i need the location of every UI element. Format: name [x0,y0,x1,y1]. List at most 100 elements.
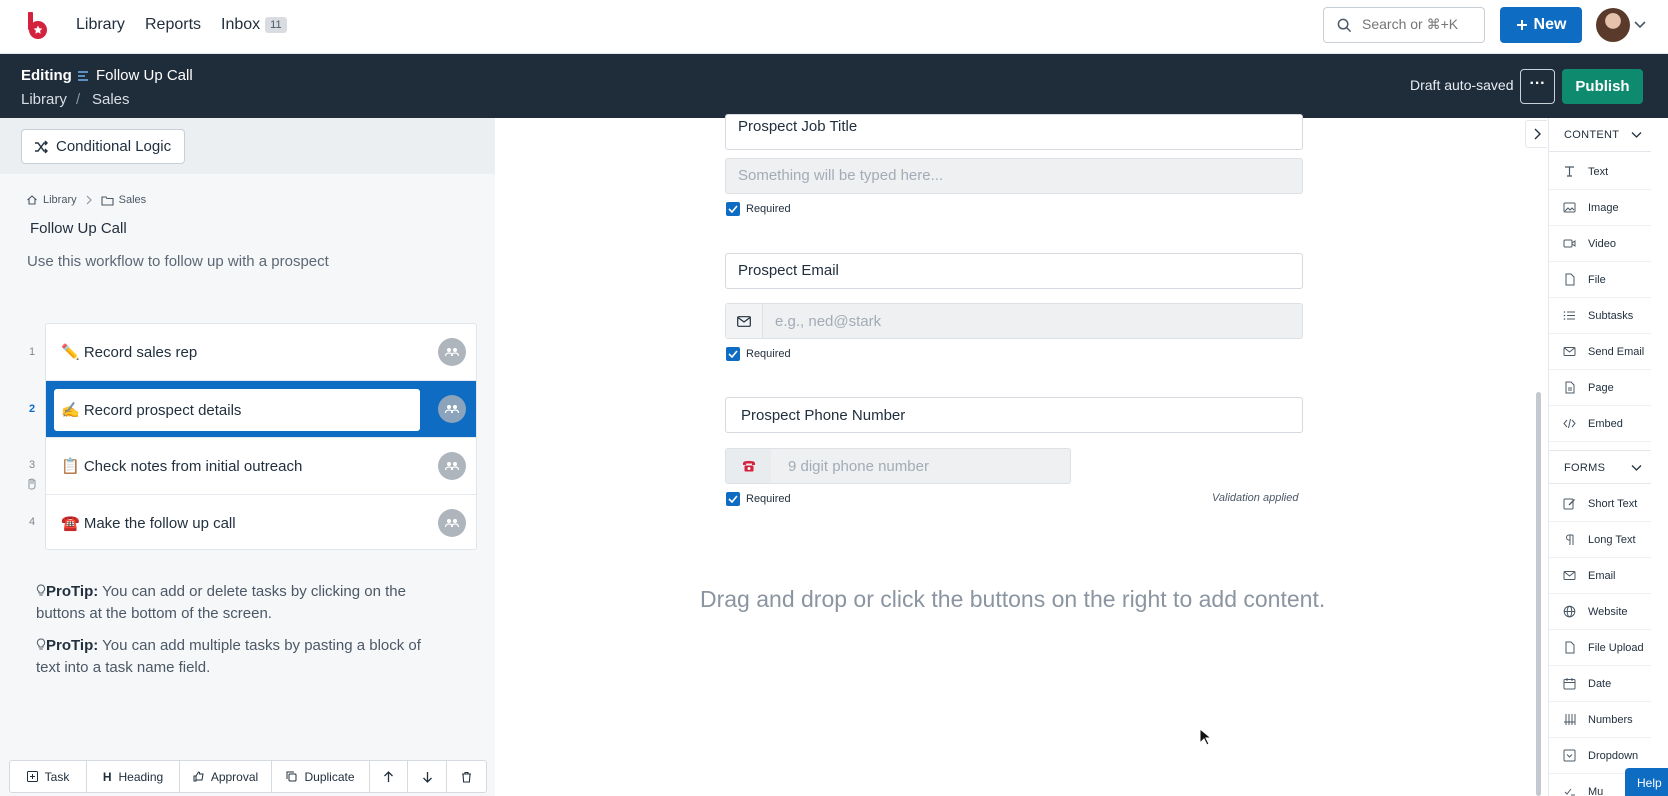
file-icon [1565,273,1575,286]
assign-users-icon[interactable] [438,509,466,537]
move-down-button[interactable] [408,761,447,792]
add-embed-button[interactable]: Embed [1549,406,1651,442]
add-email-button[interactable]: Email [1549,558,1651,594]
add-approval-button[interactable]: Approval [180,761,272,792]
delete-button[interactable] [447,761,486,792]
add-image-button[interactable]: Image [1549,190,1651,226]
mail-icon [726,304,763,338]
task-item-active[interactable]: ✍️ Record prospect details [46,381,476,438]
heading-icon: H [102,769,112,784]
sidebar-breadcrumb-sales[interactable]: Sales [119,194,147,206]
workflow-name[interactable]: Follow Up Call [30,220,127,237]
task-number: 2 [29,403,36,415]
add-short-text-button[interactable]: Short Text [1549,486,1651,522]
search-box[interactable] [1323,7,1485,43]
workflow-description[interactable]: Use this workflow to follow up with a pr… [27,253,329,270]
assign-users-icon[interactable] [438,395,466,423]
dropzone-hint[interactable]: Drag and drop or click the buttons on th… [700,586,1325,613]
required-label: Required [746,493,791,505]
scrollbar[interactable] [1536,392,1541,796]
editing-label: Editing [21,67,72,84]
task-number: 4 [29,516,36,528]
assign-users-icon[interactable] [438,452,466,480]
mail-icon [1563,347,1576,356]
publish-button[interactable]: Publish [1562,69,1643,104]
page-icon [1565,381,1575,394]
forms-section-header[interactable]: FORMS [1549,450,1651,484]
add-video-button[interactable]: Video [1549,226,1651,262]
chevron-down-icon[interactable] [1634,18,1646,30]
content-header-label: CONTENT [1564,129,1620,141]
field-label[interactable]: Prospect Phone Number [741,407,905,424]
field-label[interactable]: Prospect Email [738,262,839,279]
arrow-down-icon [422,771,432,783]
lightbulb-icon [36,584,46,596]
task-list: ✏️ Record sales rep ✍️ Record prospect d… [45,323,477,550]
inbox-label: Inbox [221,16,261,33]
task-item[interactable]: ✏️ Record sales rep [46,324,476,381]
required-toggle[interactable]: Required [726,492,791,506]
add-numbers-button[interactable]: Numbers [1549,702,1651,738]
more-options-button[interactable]: ··· [1520,69,1555,104]
checkbox-checked-icon[interactable] [726,492,740,506]
list-icon [1563,311,1575,320]
add-file-button[interactable]: File [1549,262,1651,298]
content-section-header[interactable]: CONTENT [1549,118,1651,152]
search-input[interactable] [1362,16,1477,32]
protip: ProTip: You can add multiple tasks by pa… [36,635,446,679]
task-name[interactable]: 📋 Check notes from initial outreach [61,457,302,475]
add-send-email-button[interactable]: Send Email [1549,334,1651,370]
add-approval-label: Approval [210,769,259,784]
add-subtasks-button[interactable]: Subtasks [1549,298,1651,334]
add-website-label: Website [1588,606,1628,618]
breadcrumb-separator: / [76,91,81,108]
logo-icon[interactable] [26,12,50,40]
editing-bar: Editing Follow Up Call Library / Sales D… [0,54,1668,118]
nav-reports-link[interactable]: Reports [145,16,201,34]
add-task-label: Task [44,769,70,784]
nav-library-link[interactable]: Library [76,16,125,34]
task-item[interactable]: ☎️ Make the follow up call [46,495,476,552]
help-button[interactable]: Help [1625,768,1668,796]
move-up-button[interactable] [370,761,408,792]
user-avatar[interactable] [1596,8,1630,42]
collapse-panel-toggle[interactable] [1525,120,1547,148]
conditional-logic-button[interactable]: Conditional Logic [21,129,185,164]
drag-handle-icon[interactable] [26,478,37,490]
add-page-button[interactable]: Page [1549,370,1651,406]
add-text-button[interactable]: Text [1549,154,1651,190]
folder-icon [101,195,114,206]
add-file-upload-button[interactable]: File Upload [1549,630,1651,666]
workflow-title[interactable]: Follow Up Call [96,67,193,84]
assign-users-icon[interactable] [438,338,466,366]
add-email-label: Email [1588,570,1616,582]
field-placeholder: e.g., ned@stark [775,313,882,330]
required-label: Required [746,203,791,215]
add-long-text-label: Long Text [1588,534,1636,546]
field-placeholder: Something will be typed here... [738,167,944,184]
task-name[interactable]: ☎️ Make the follow up call [61,514,236,532]
task-name[interactable]: ✏️ Record sales rep [61,343,197,361]
field-label[interactable]: Prospect Job Title [738,118,857,135]
checkbox-checked-icon[interactable] [726,347,740,361]
add-website-button[interactable]: Website [1549,594,1651,630]
new-button[interactable]: New [1500,7,1582,43]
sidebar-breadcrumb-library[interactable]: Library [43,194,77,206]
add-long-text-button[interactable]: Long Text [1549,522,1651,558]
task-name[interactable]: ✍️ Record prospect details [61,401,241,419]
validation-applied-note: Validation applied [1212,492,1299,504]
add-date-button[interactable]: Date [1549,666,1651,702]
duplicate-button[interactable]: Duplicate [272,761,370,792]
breadcrumb-sales[interactable]: Sales [92,91,130,108]
checkbox-checked-icon[interactable] [726,202,740,216]
autosave-status: Draft auto-saved [1410,77,1514,93]
add-heading-button[interactable]: H Heading [87,761,180,792]
nav-inbox-link[interactable]: Inbox 11 [221,16,287,34]
breadcrumb-library[interactable]: Library [21,91,67,108]
task-item[interactable]: 📋 Check notes from initial outreach [46,438,476,495]
required-toggle[interactable]: Required [726,202,791,216]
field-placeholder: 9 digit phone number [788,458,929,475]
required-toggle[interactable]: Required [726,347,791,361]
add-task-button[interactable]: Task [10,761,87,792]
chevron-down-icon [1631,132,1642,138]
